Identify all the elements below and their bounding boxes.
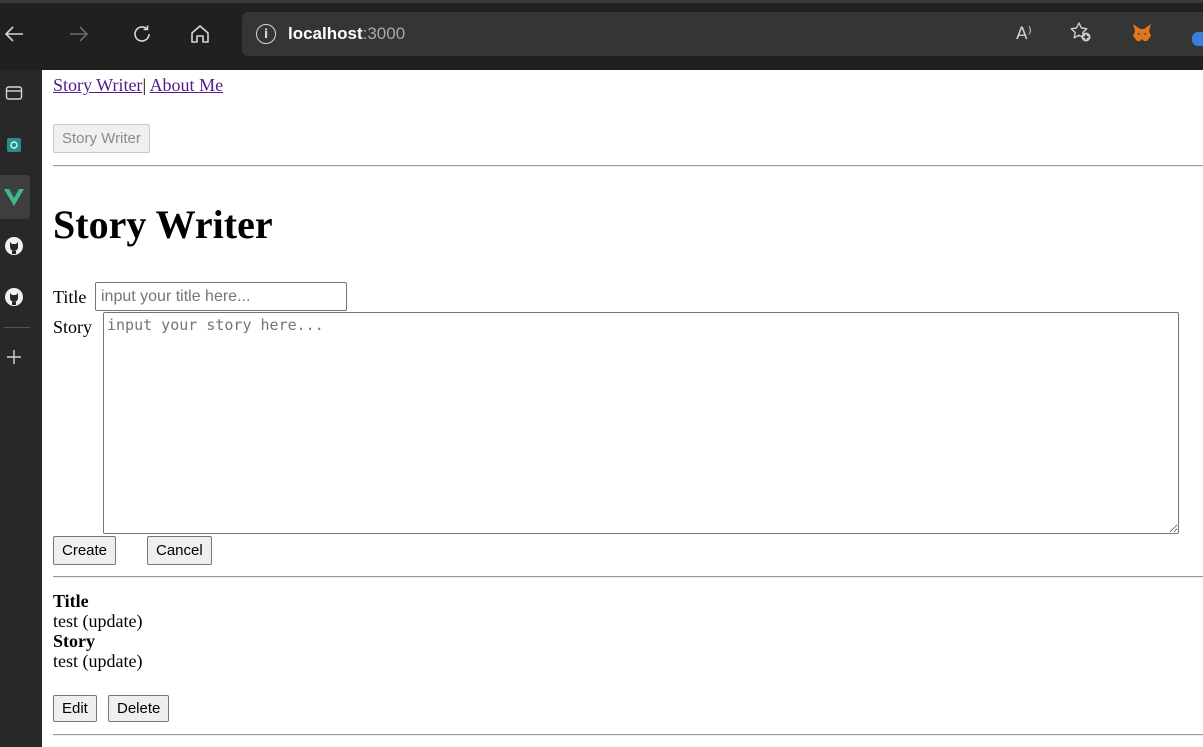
delete-button[interactable]: Delete [108,695,170,722]
entry-story-value: test (update) [53,651,143,671]
title-input[interactable] [95,282,347,311]
nav-separator: | [142,75,147,95]
browser-sidebar [0,70,42,747]
cancel-button[interactable]: Cancel [147,536,212,565]
page-title: Story Writer [53,202,273,247]
add-favorite-icon[interactable] [1068,20,1092,51]
sidebar-tab-icon[interactable] [0,79,28,107]
address-url[interactable]: localhost:3000 [288,22,405,46]
sidebar-divider [4,327,30,328]
title-label: Title [53,287,87,307]
create-button[interactable]: Create [53,536,117,565]
url-port: :3000 [362,24,406,43]
about-me-link[interactable]: About Me [150,75,224,95]
divider-bottom [53,734,1203,736]
sidebar-github-icon-2[interactable] [0,283,28,311]
sidebar-app-icon[interactable] [0,131,28,159]
home-icon[interactable] [186,17,214,51]
sidebar-github-icon[interactable] [0,232,28,260]
story-textarea[interactable] [103,312,1179,534]
site-info-icon[interactable]: i [256,24,276,44]
back-arrow-icon[interactable] [0,17,28,51]
edit-button[interactable]: Edit [53,695,97,722]
sidebar-add-icon[interactable] [0,343,28,371]
page-content: Story Writer| About Me Story Writer Stor… [53,70,1203,747]
story-writer-link[interactable]: Story Writer [53,75,142,95]
read-aloud-icon[interactable]: A⁾ [1016,22,1032,46]
sidebar-vue-icon[interactable] [0,183,28,211]
entry-story-heading: Story [53,631,95,651]
story-writer-button[interactable]: Story Writer [53,124,150,153]
top-nav: Story Writer| About Me [53,74,223,96]
forward-arrow-icon[interactable] [65,17,93,51]
url-host: localhost [288,24,363,43]
divider-middle [53,576,1203,578]
story-label: Story [53,317,93,337]
profile-avatar-icon[interactable] [1192,32,1203,46]
entry-title-value: test (update) [53,611,143,631]
refresh-icon[interactable] [128,17,156,51]
entry-title-heading: Title [53,591,89,611]
divider-top [53,165,1203,167]
metamask-extension-icon[interactable] [1130,21,1154,52]
